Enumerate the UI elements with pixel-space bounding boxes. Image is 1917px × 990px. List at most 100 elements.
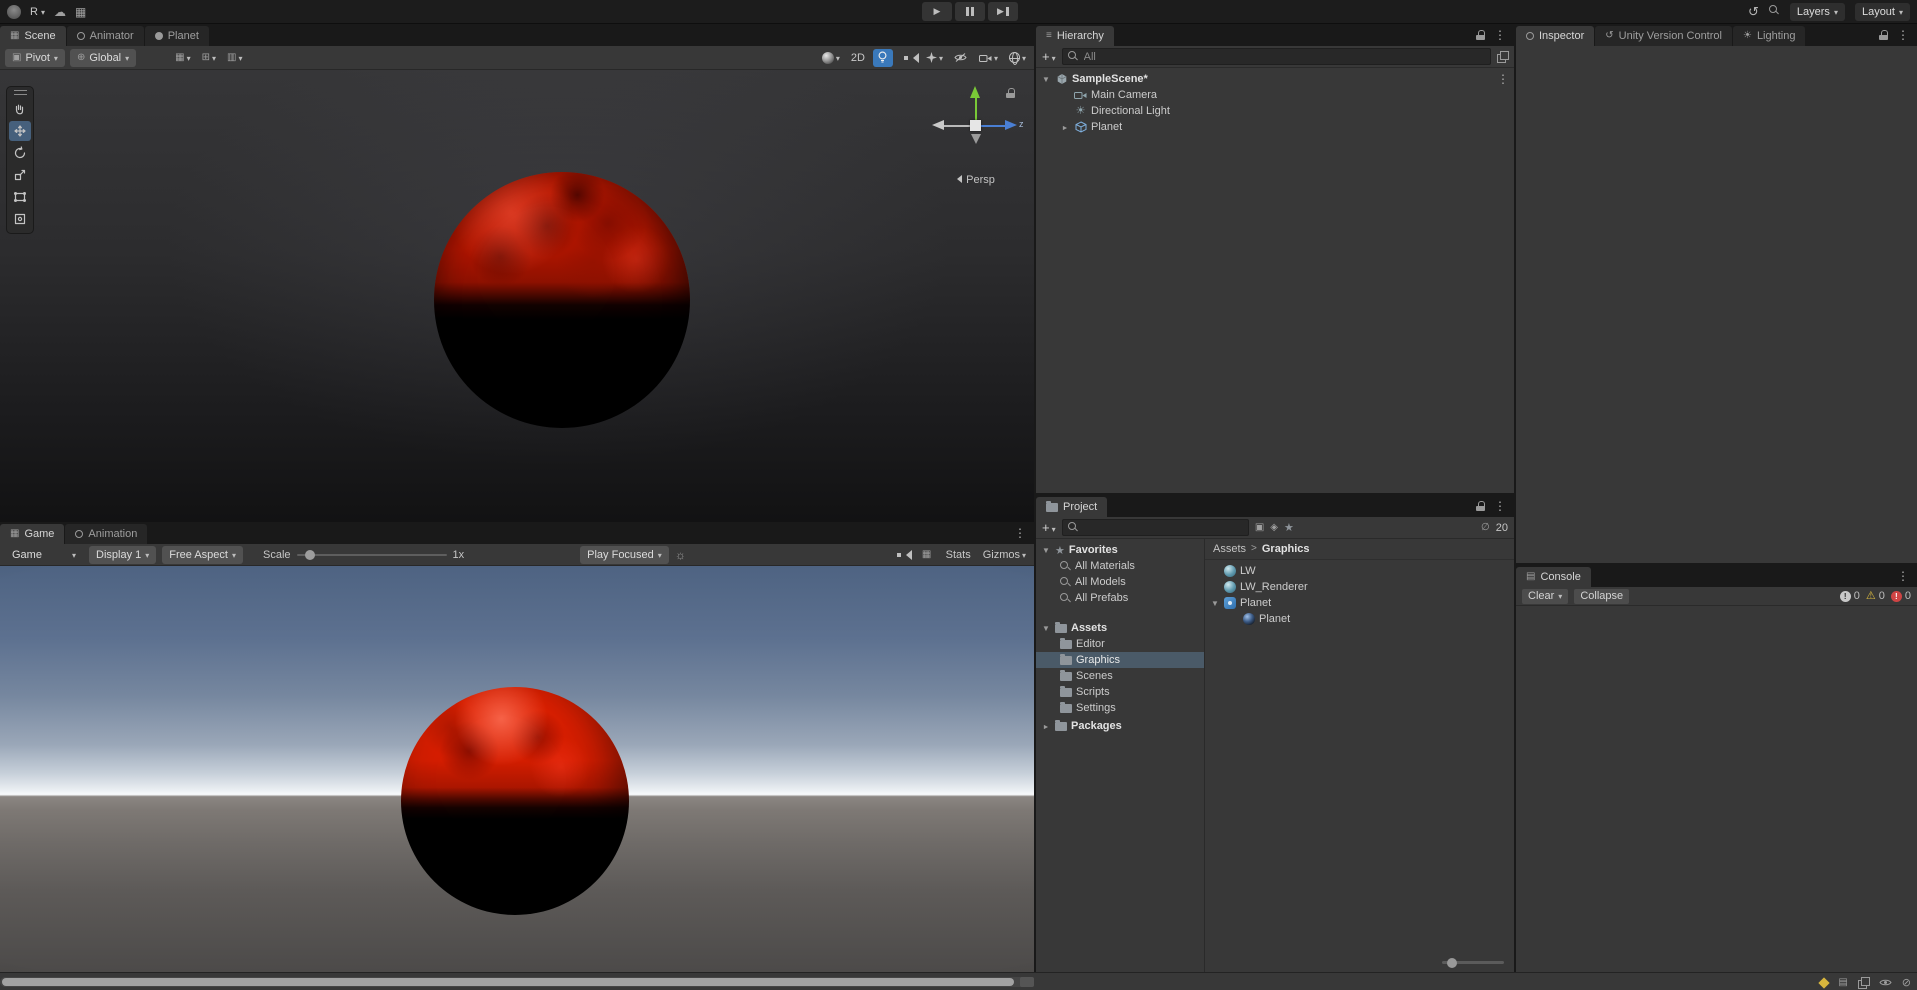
search-icon[interactable]	[1768, 4, 1780, 19]
transform-tool-button[interactable]	[9, 209, 31, 229]
favorites-section[interactable]: Favorites	[1036, 542, 1204, 558]
hierarchy-search-input[interactable]	[1083, 50, 1485, 63]
activity-progress-icon[interactable]	[1818, 976, 1830, 989]
console-log-area[interactable]	[1516, 606, 1917, 972]
asset-lw-renderer[interactable]: LW_Renderer	[1205, 579, 1514, 595]
folder-editor[interactable]: Editor	[1036, 636, 1204, 652]
kebab-menu-icon[interactable]	[1494, 28, 1506, 42]
lock-icon[interactable]	[1879, 30, 1889, 40]
y-axis-cone[interactable]	[970, 86, 980, 98]
favorite-all-materials[interactable]: All Materials	[1036, 558, 1204, 574]
create-asset-button[interactable]	[1042, 520, 1056, 535]
tab-version-control[interactable]: ↺ Unity Version Control	[1595, 26, 1732, 46]
kebab-menu-icon[interactable]	[1014, 526, 1026, 540]
rect-tool-button[interactable]	[9, 187, 31, 207]
drag-handle-icon[interactable]	[13, 90, 27, 95]
scene-options-icon[interactable]	[1497, 72, 1509, 86]
x-axis-cone[interactable]	[932, 120, 944, 130]
hierarchy-item-directional-light[interactable]: ☀ Directional Light	[1036, 103, 1514, 119]
info-count-toggle[interactable]: 0	[1839, 590, 1860, 602]
collapse-button[interactable]: Collapse	[1574, 588, 1630, 604]
tab-game[interactable]: ▦ Game	[0, 524, 65, 544]
scale-slider-thumb[interactable]	[304, 549, 315, 560]
tab-lighting[interactable]: ☀ Lighting	[1732, 26, 1806, 46]
layout-dropdown[interactable]: Layout	[1854, 2, 1910, 21]
tab-animator[interactable]: Animator	[66, 26, 144, 46]
layers-dropdown[interactable]: Layers	[1789, 2, 1845, 21]
breadcrumb-current[interactable]: Graphics	[1262, 543, 1310, 555]
perspective-toggle[interactable]: Persp	[926, 174, 1026, 186]
draw-mode-dropdown[interactable]	[819, 49, 843, 67]
grid-visibility-dropdown[interactable]: ▦	[172, 49, 193, 67]
favorite-all-models[interactable]: All Models	[1036, 574, 1204, 590]
tab-inspector[interactable]: Inspector	[1516, 26, 1595, 46]
mute-audio-toggle[interactable]	[891, 546, 912, 564]
step-button[interactable]: ▶	[988, 2, 1018, 21]
lock-icon[interactable]	[1476, 501, 1486, 511]
game-mode-dropdown[interactable]: Game	[5, 546, 83, 564]
window-grid-icon[interactable]: ▦	[75, 6, 86, 18]
tab-planet[interactable]: Planet	[144, 26, 209, 46]
search-window-icon[interactable]	[1497, 51, 1509, 63]
clear-button[interactable]: Clear	[1522, 588, 1569, 604]
lock-icon[interactable]	[1476, 30, 1486, 40]
tab-console[interactable]: ▤ Console	[1516, 567, 1591, 587]
tool-handle-pivot-dropdown[interactable]: ▣ Pivot	[5, 48, 65, 67]
z-axis-cone[interactable]	[1005, 120, 1017, 130]
tool-handle-rotation-dropdown[interactable]: ⊕ Global	[69, 48, 137, 67]
project-search[interactable]	[1061, 519, 1249, 536]
2d-toggle[interactable]: 2D	[848, 49, 868, 67]
scale-slider[interactable]	[296, 549, 447, 560]
scene-lighting-toggle[interactable]	[872, 48, 893, 67]
snap-settings-dropdown[interactable]: ⊞	[199, 49, 219, 67]
layout-status-icon[interactable]	[1857, 977, 1870, 989]
effects-dropdown[interactable]	[923, 49, 946, 67]
zoom-slider-thumb[interactable]	[1447, 957, 1457, 968]
metrics-grid-toggle[interactable]: ▦	[917, 546, 937, 564]
account-menu[interactable]: R	[30, 6, 45, 18]
scale-tool-button[interactable]	[9, 165, 31, 185]
asset-planet-material[interactable]: Planet	[1205, 611, 1514, 627]
hierarchy-item-planet[interactable]: Planet	[1036, 119, 1514, 135]
tab-hierarchy[interactable]: ≡ Hierarchy	[1036, 26, 1114, 46]
account-avatar[interactable]	[7, 4, 21, 19]
scene-viewport[interactable]: z Persp	[0, 70, 1034, 522]
tab-animation[interactable]: Animation	[65, 524, 148, 544]
play-focused-dropdown[interactable]: Play Focused	[580, 545, 669, 564]
gizmos-dropdown[interactable]	[1006, 49, 1029, 67]
cloud-services-icon[interactable]: ☁	[54, 6, 66, 18]
folder-scenes[interactable]: Scenes	[1036, 668, 1204, 684]
thumbnail-zoom-slider[interactable]	[1442, 957, 1504, 968]
game-viewport[interactable]	[0, 566, 1034, 972]
cache-status-icon[interactable]: ▤	[1838, 977, 1847, 988]
expand-arrow-icon[interactable]	[1041, 544, 1051, 556]
kebab-menu-icon[interactable]	[1897, 28, 1909, 42]
overlay-lock-icon[interactable]	[1006, 88, 1016, 98]
search-type-icon[interactable]: ▣	[1255, 522, 1264, 533]
game-gizmos-dropdown[interactable]: Gizmos	[980, 546, 1029, 564]
expand-arrow-icon[interactable]	[1060, 121, 1070, 133]
notifications-blocked-icon[interactable]: ⊘	[1902, 976, 1911, 989]
kebab-menu-icon[interactable]	[1494, 499, 1506, 513]
pause-button[interactable]	[955, 2, 985, 21]
snap-increment-dropdown[interactable]: ▥	[224, 49, 245, 67]
search-label-icon[interactable]: ◈	[1270, 522, 1278, 533]
hidden-packages-icon[interactable]: ∅	[1481, 522, 1490, 533]
asset-lw[interactable]: LW	[1205, 563, 1514, 579]
scene-audio-toggle[interactable]	[898, 49, 919, 67]
assets-section[interactable]: Assets	[1036, 620, 1204, 636]
frame-debugger-icon[interactable]: ☼	[675, 549, 686, 561]
hand-tool-button[interactable]	[9, 99, 31, 119]
asset-planet-shader[interactable]: Planet	[1205, 595, 1514, 611]
scrollbar-thumb[interactable]	[2, 978, 1014, 986]
down-axis-cone[interactable]	[970, 134, 981, 144]
folder-scripts[interactable]: Scripts	[1036, 684, 1204, 700]
scene-visibility-toggle[interactable]	[951, 49, 971, 67]
eye-status-icon[interactable]	[1879, 977, 1892, 988]
hierarchy-item-main-camera[interactable]: Main Camera	[1036, 87, 1514, 103]
create-object-button[interactable]	[1042, 49, 1056, 64]
game-horizontal-scrollbar[interactable]	[0, 977, 1034, 987]
move-tool-button[interactable]	[9, 121, 31, 141]
expand-arrow-icon[interactable]	[1041, 622, 1051, 634]
stats-toggle[interactable]: Stats	[943, 546, 974, 564]
